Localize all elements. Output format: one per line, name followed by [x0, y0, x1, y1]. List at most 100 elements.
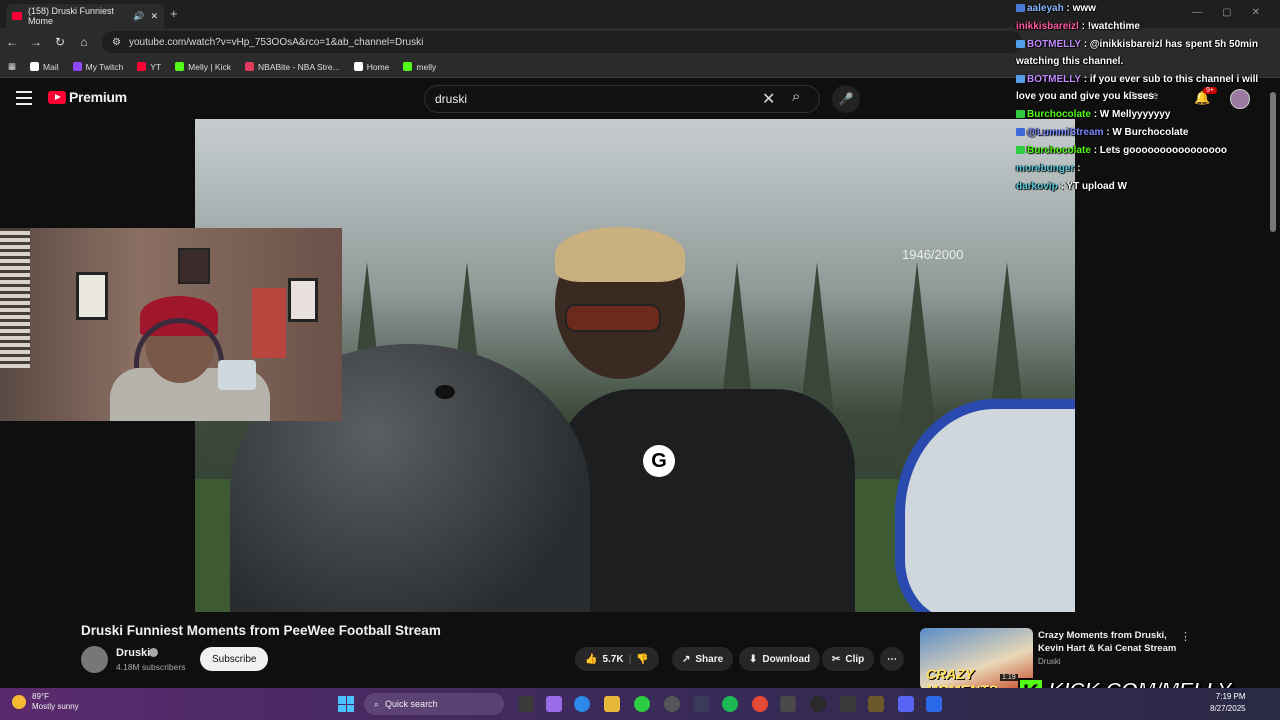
- chat-badge-icon: [1016, 128, 1025, 136]
- chat-username: BOTMELLY: [1027, 74, 1081, 85]
- clip-label: Clip: [845, 653, 865, 665]
- menu-icon[interactable]: [16, 91, 32, 109]
- new-tab-button[interactable]: +: [170, 6, 178, 21]
- forward-icon[interactable]: →: [24, 35, 48, 49]
- like-icon[interactable]: 👍: [585, 654, 597, 665]
- chat-badge-icon: [1016, 75, 1025, 83]
- media-icon[interactable]: [810, 696, 826, 712]
- verified-icon: [149, 648, 158, 657]
- microphone-icon[interactable]: 🎤: [832, 85, 860, 113]
- chat-text: : YT upload W: [1060, 181, 1127, 192]
- bookmark-nbabite[interactable]: NBABite - NBA Stre...: [244, 61, 340, 72]
- apps-grid-icon[interactable]: ▦: [8, 61, 16, 72]
- weather-widget[interactable]: 89°F Mostly sunny: [12, 692, 79, 712]
- channel-avatar[interactable]: [81, 646, 108, 673]
- youtube-icon: [137, 62, 147, 71]
- browser-tab[interactable]: (158) Druski Funniest Mome 🔊 ✕: [6, 4, 164, 28]
- person-hair: [555, 227, 685, 282]
- chat-message: morebunger :: [1016, 160, 1280, 177]
- mail-icon: [30, 62, 40, 71]
- close-tab-icon[interactable]: ✕: [150, 11, 158, 22]
- chat-username: darkovip: [1016, 181, 1058, 192]
- site-info-icon[interactable]: ⚙: [112, 37, 121, 48]
- chat-text: : W Burchocolate: [1106, 127, 1189, 138]
- task-view-icon[interactable]: [518, 696, 534, 712]
- youtube-logo[interactable]: Premium: [48, 89, 127, 105]
- more-horizontal-icon: ⋯: [887, 653, 897, 665]
- chat-badge-icon: [1016, 40, 1025, 48]
- bookmark-label: Melly | Kick: [188, 61, 231, 72]
- home-icon[interactable]: ⌂: [72, 35, 96, 49]
- app-icon[interactable]: [780, 696, 796, 712]
- clip-button[interactable]: ✂ Clip: [822, 647, 875, 671]
- more-actions-button[interactable]: ⋯: [880, 647, 904, 671]
- clock-date: 8/27/2025: [1210, 704, 1246, 713]
- chat-message: BOTMELLY : if you ever sub to this chann…: [1016, 71, 1280, 105]
- speaker-icon[interactable]: 🔊: [133, 11, 144, 22]
- app-icon[interactable]: [926, 696, 942, 712]
- video-duration: 1:19: [1000, 674, 1018, 681]
- bookmark-kick[interactable]: Melly | Kick: [175, 62, 231, 72]
- bookmark-label: melly: [416, 61, 437, 72]
- recommended-thumbnail[interactable]: CRAZY MOMENTS 1:19: [920, 628, 1033, 690]
- obs-icon[interactable]: [664, 696, 680, 712]
- subscriber-count: 4.18M subscribers: [116, 662, 186, 672]
- address-bar[interactable]: ⚙ youtube.com/watch?v=vHp_753OOsA&rco=1&…: [102, 31, 1022, 53]
- chrome-icon[interactable]: [752, 696, 768, 712]
- video-title: Druski Funniest Moments from PeeWee Foot…: [81, 623, 441, 638]
- sun-icon: [12, 695, 26, 709]
- file-explorer-icon[interactable]: [604, 696, 620, 712]
- bookmark-twitch[interactable]: My Twitch: [72, 61, 124, 72]
- reload-icon[interactable]: ↻: [48, 35, 72, 49]
- bookmark-melly[interactable]: melly: [403, 62, 436, 72]
- weather-condition: Mostly sunny: [32, 702, 79, 711]
- share-button[interactable]: ↗ Share: [672, 647, 734, 671]
- xbox-icon[interactable]: [634, 696, 650, 712]
- bookmark-home[interactable]: Home: [353, 61, 390, 72]
- dislike-icon[interactable]: 👎: [636, 654, 648, 665]
- discord-icon[interactable]: [898, 696, 914, 712]
- spotify-icon[interactable]: [722, 696, 738, 712]
- phone: [218, 360, 256, 390]
- wall-frame: [288, 278, 318, 322]
- clear-search-icon[interactable]: ✕: [762, 89, 775, 109]
- edge-icon[interactable]: [574, 696, 590, 712]
- helmet-hole: [435, 385, 455, 399]
- bookmark-mail[interactable]: Mail: [30, 62, 59, 72]
- app-icon[interactable]: [868, 696, 884, 712]
- start-icon[interactable]: [338, 696, 354, 712]
- twitch-icon: [72, 62, 82, 71]
- taskbar-search-label: Quick search: [385, 699, 438, 709]
- subscribe-button[interactable]: Subscribe: [200, 647, 269, 671]
- channel-name[interactable]: Druski: [116, 647, 150, 659]
- bookmark-label: My Twitch: [85, 61, 124, 72]
- share-icon: ↗: [682, 653, 691, 665]
- taskbar-search[interactable]: ⌕ Quick search: [364, 693, 504, 715]
- chat-text: : www: [1066, 3, 1096, 14]
- chat-username: aaleyah: [1027, 3, 1064, 14]
- video-counter-overlay: 1946/2000: [902, 247, 964, 262]
- windows-taskbar: 89°F Mostly sunny ⌕ Quick search: [0, 688, 1280, 720]
- recommended-channel[interactable]: Druski: [1038, 657, 1061, 666]
- bookmark-label: NBABite - NBA Stre...: [257, 61, 340, 72]
- georgia-g-logo: G: [643, 445, 675, 477]
- search-icon[interactable]: ⌕: [792, 88, 800, 105]
- download-button[interactable]: ⬇ Download: [739, 647, 821, 671]
- search-input[interactable]: druski: [424, 85, 820, 113]
- back-icon[interactable]: ←: [0, 35, 24, 49]
- like-count[interactable]: 5.7K: [602, 654, 623, 665]
- youtube-play-icon: [48, 90, 66, 104]
- bookmark-yt[interactable]: YT: [137, 62, 161, 72]
- bookmark-label: Home: [366, 61, 390, 72]
- x-icon: [353, 62, 363, 71]
- more-vertical-icon[interactable]: ⋮: [1180, 630, 1191, 643]
- copilot-icon[interactable]: [546, 696, 562, 712]
- taskbar-clock[interactable]: 7:19 PM 8/27/2025: [1210, 691, 1246, 715]
- app-icon[interactable]: [840, 696, 856, 712]
- recommended-title[interactable]: Crazy Moments from Druski, Kevin Hart & …: [1038, 629, 1178, 655]
- nbabite-icon: [244, 62, 254, 71]
- download-icon: ⬇: [749, 653, 758, 665]
- store-icon[interactable]: [694, 696, 710, 712]
- youtube-favicon-icon: [12, 12, 22, 20]
- scissors-icon: ✂: [832, 653, 841, 665]
